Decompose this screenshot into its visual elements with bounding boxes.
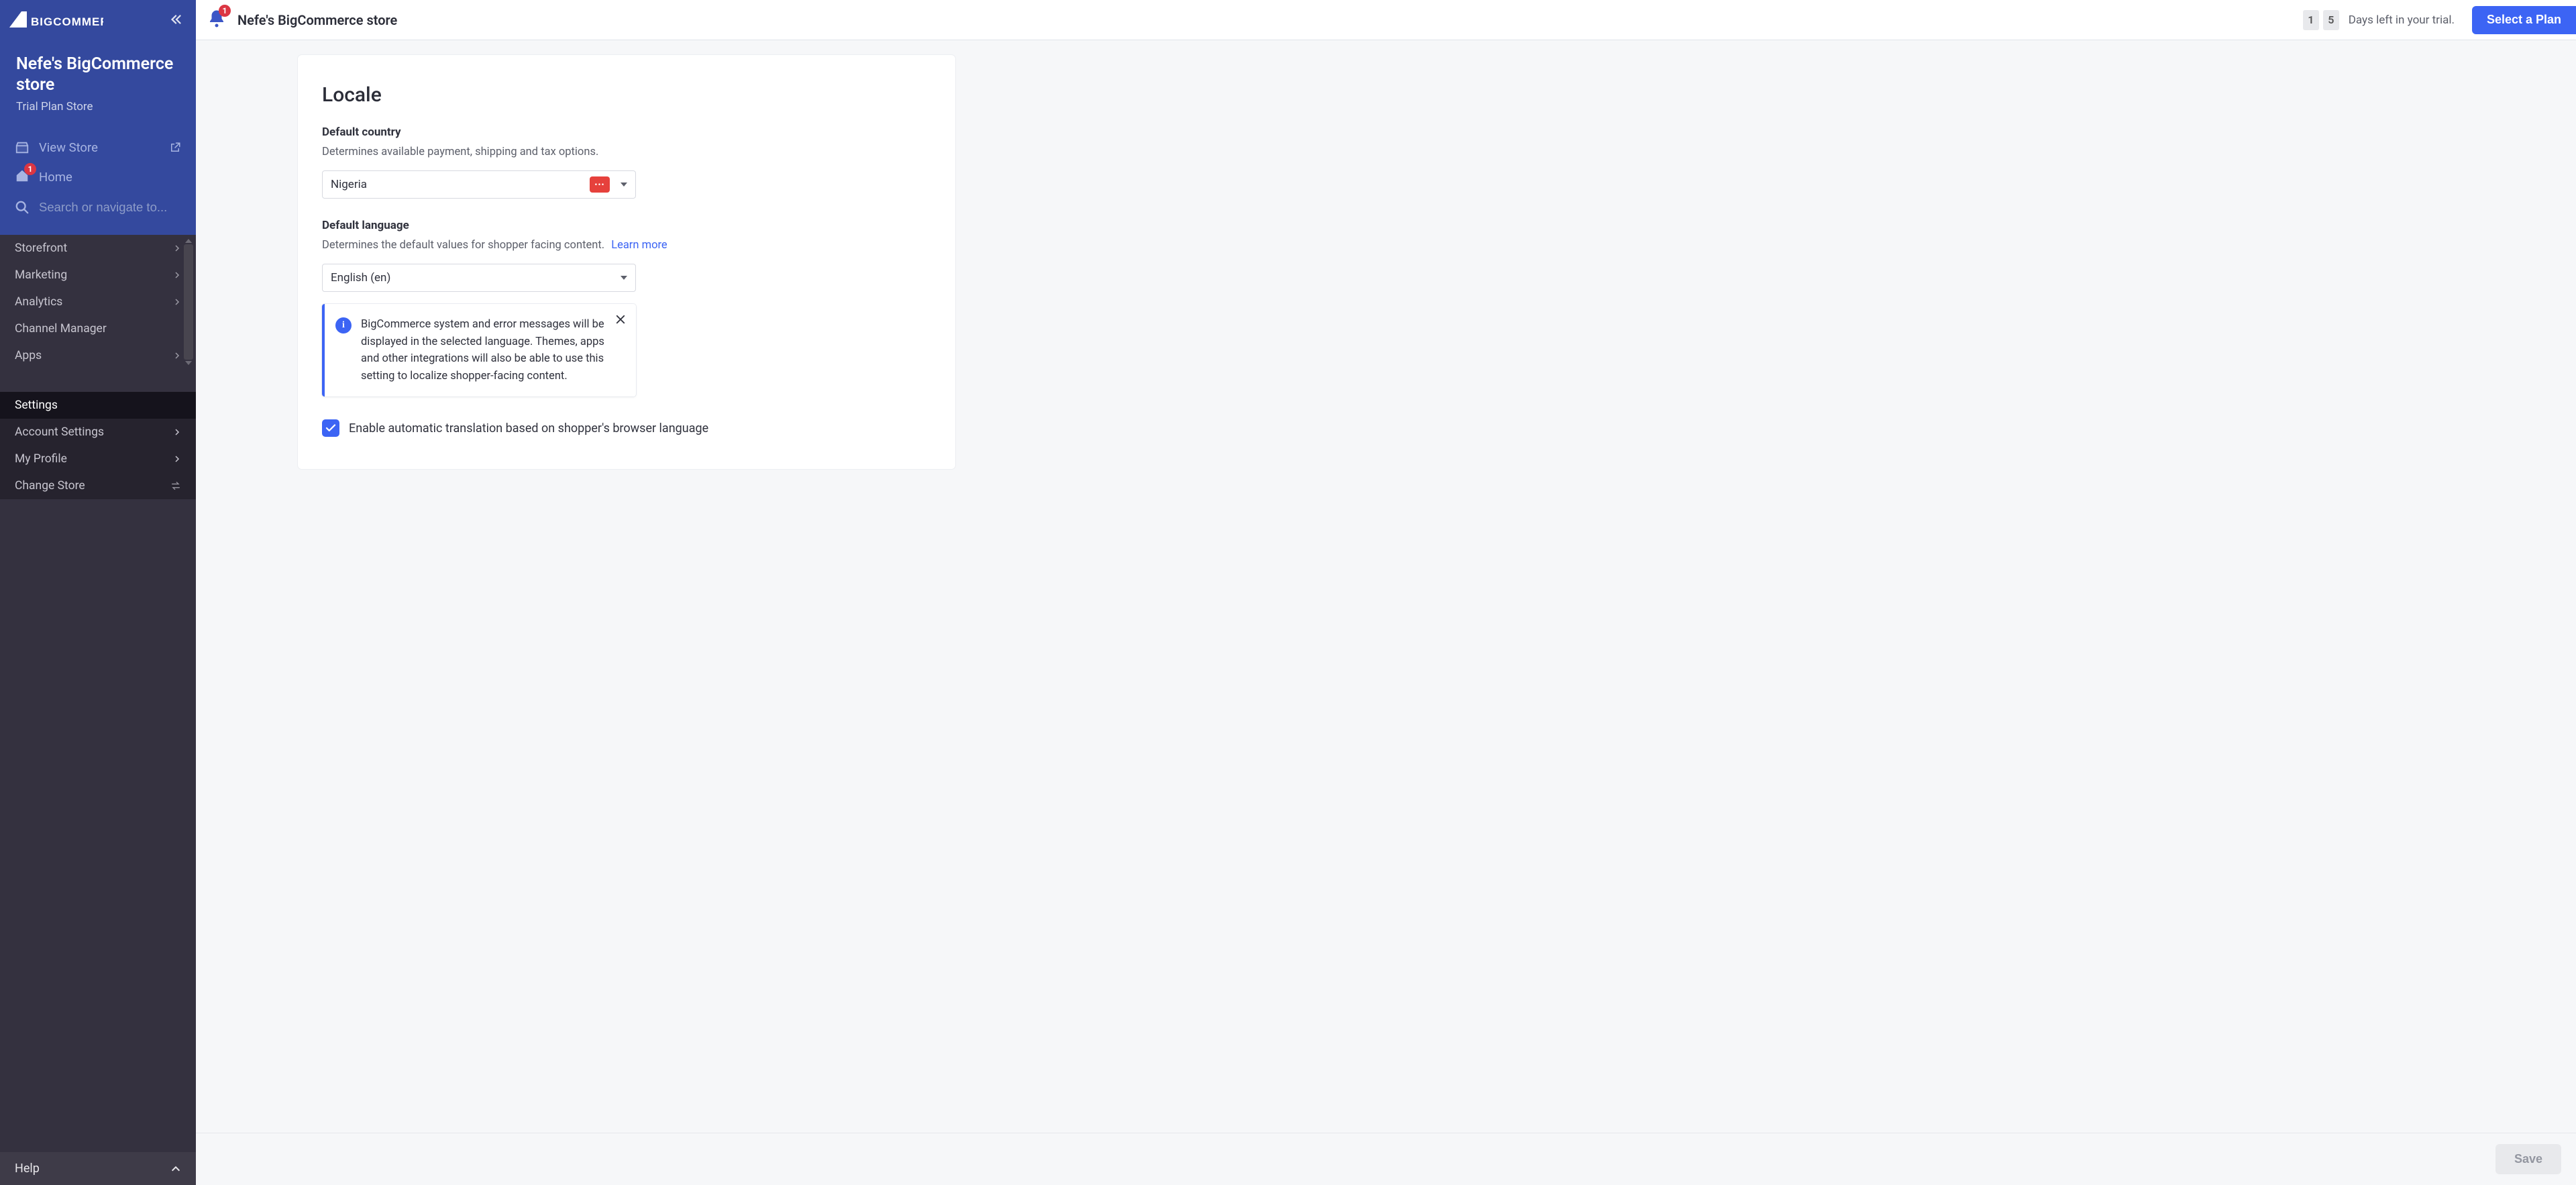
chevron-right-icon (173, 271, 181, 279)
scroll-down-icon (185, 361, 192, 365)
select-value: English (en) (331, 271, 390, 285)
chevron-right-icon (173, 244, 181, 252)
content: Locale Default country Determines availa… (196, 40, 2576, 1133)
chevron-right-icon (173, 455, 181, 463)
sidebar-item-view-store[interactable]: View Store (0, 134, 196, 162)
sidebar-search[interactable] (0, 193, 196, 225)
store-info: Nefe's BigCommerce store Trial Plan Stor… (0, 42, 196, 128)
auto-translate-row: Enable automatic translation based on sh… (322, 419, 931, 437)
sidebar-item-label: Account Settings (15, 425, 104, 439)
locale-card: Locale Default country Determines availa… (298, 55, 955, 469)
sidebar-item-change-store[interactable]: Change Store (0, 472, 196, 499)
external-link-icon (169, 142, 181, 154)
page-title: Nefe's BigCommerce store (237, 12, 397, 28)
home-badge: 1 (24, 163, 36, 175)
storefront-icon (15, 140, 30, 155)
svg-text:BIGCOMMERCE: BIGCOMMERCE (31, 15, 103, 28)
default-country-help: Determines available payment, shipping a… (322, 146, 931, 158)
auto-translate-checkbox[interactable] (322, 419, 339, 437)
search-icon (15, 200, 30, 215)
bigcommerce-logo-icon: BIGCOMMERCE (9, 11, 103, 30)
sidebar-item-label: Home (39, 170, 72, 185)
select-plan-button[interactable]: Select a Plan (2472, 6, 2576, 34)
default-language-label: Default language (322, 219, 931, 232)
sidebar-item-apps[interactable]: Apps (0, 342, 196, 369)
search-input[interactable] (39, 200, 181, 215)
info-callout: i BigCommerce system and error messages … (322, 304, 636, 397)
chevron-right-icon (173, 428, 181, 436)
brand-row: BIGCOMMERCE (0, 0, 196, 42)
chevron-down-icon (621, 183, 627, 187)
sidebar-primary-nav: View Store 1 Home (0, 128, 196, 235)
sidebar-item-label: Analytics (15, 295, 62, 309)
sidebar-item-label: Marketing (15, 268, 67, 282)
help-label: Help (15, 1162, 40, 1176)
notifications-button[interactable]: 1 (207, 9, 227, 32)
trial-days-counter: 1 5 (2303, 10, 2339, 30)
sidebar: BIGCOMMERCE Nefe's BigCommerce store Tri… (0, 0, 196, 1185)
footer-bar: Save (196, 1133, 2576, 1185)
default-language-help: Determines the default values for shoppe… (322, 239, 931, 252)
sidebar-secondary-nav: Storefront Marketing Analytics Channel M… (0, 235, 196, 369)
sidebar-item-label: Channel Manager (15, 322, 107, 336)
sidebar-scrollbar[interactable] (184, 238, 193, 366)
chevron-up-icon (170, 1164, 181, 1174)
sidebar-tertiary-nav: Settings Account Settings My Profile Cha… (0, 392, 196, 499)
sidebar-item-account-settings[interactable]: Account Settings (0, 419, 196, 446)
store-plan: Trial Plan Store (16, 100, 180, 113)
chevron-right-icon (173, 352, 181, 360)
scroll-track[interactable] (184, 244, 193, 360)
info-close-button[interactable] (614, 313, 627, 328)
sidebar-item-label: My Profile (15, 452, 67, 466)
sidebar-item-settings[interactable]: Settings (0, 392, 196, 419)
trial-digit: 5 (2323, 10, 2339, 30)
swap-icon (170, 480, 181, 491)
password-manager-icon[interactable]: ••• (590, 176, 610, 193)
default-country-select[interactable]: Nigeria ••• (322, 170, 636, 199)
sidebar-gap (0, 369, 196, 392)
sidebar-item-storefront[interactable]: Storefront (0, 235, 196, 262)
sidebar-item-label: Storefront (15, 242, 67, 255)
store-name: Nefe's BigCommerce store (16, 54, 180, 96)
info-text: BigCommerce system and error messages wi… (361, 316, 625, 384)
save-button[interactable]: Save (2496, 1144, 2561, 1174)
select-value: Nigeria (331, 178, 367, 191)
sidebar-item-analytics[interactable]: Analytics (0, 289, 196, 315)
sidebar-item-label: Change Store (15, 479, 85, 493)
scroll-up-icon (185, 239, 192, 243)
default-country-label: Default country (322, 125, 931, 139)
trial-text: Days left in your trial. (2349, 13, 2455, 27)
sidebar-item-label: Settings (15, 399, 58, 412)
default-language-help-text: Determines the default values for shoppe… (322, 239, 604, 252)
sidebar-item-channel-manager[interactable]: Channel Manager (0, 315, 196, 342)
topbar: 1 Nefe's BigCommerce store 1 5 Days left… (196, 0, 2576, 40)
info-icon: i (335, 317, 352, 333)
chevron-down-icon (621, 276, 627, 280)
chevron-right-icon (173, 298, 181, 306)
sidebar-item-my-profile[interactable]: My Profile (0, 446, 196, 472)
notifications-badge: 1 (219, 5, 231, 17)
trial-digit: 1 (2303, 10, 2319, 30)
sidebar-item-label: Apps (15, 349, 42, 362)
sidebar-collapse-button[interactable] (169, 12, 184, 30)
learn-more-link[interactable]: Learn more (611, 239, 667, 252)
auto-translate-label: Enable automatic translation based on sh… (349, 421, 708, 435)
main-area: 1 Nefe's BigCommerce store 1 5 Days left… (196, 0, 2576, 1185)
section-heading: Locale (322, 83, 931, 107)
sidebar-help[interactable]: Help (0, 1152, 196, 1185)
sidebar-item-marketing[interactable]: Marketing (0, 262, 196, 289)
default-language-select[interactable]: English (en) (322, 264, 636, 292)
sidebar-item-home[interactable]: 1 Home (0, 162, 196, 193)
sidebar-item-label: View Store (39, 140, 98, 155)
